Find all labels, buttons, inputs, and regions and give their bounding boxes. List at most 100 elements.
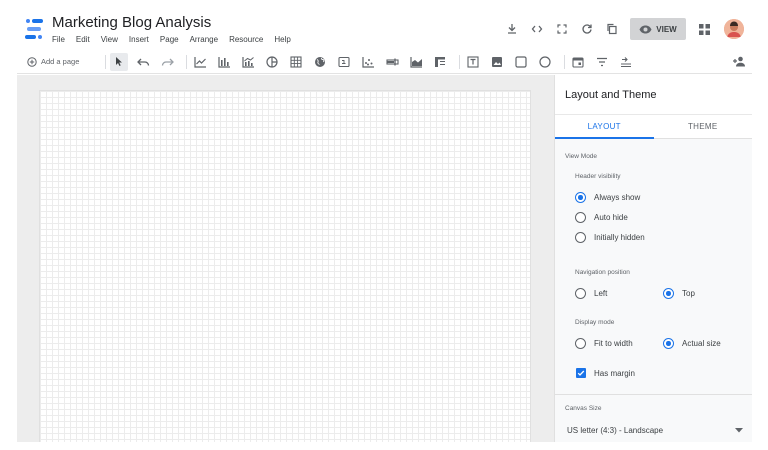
radio-label: Auto hide bbox=[594, 213, 628, 222]
embed-code-icon[interactable] bbox=[529, 21, 545, 37]
download-icon[interactable] bbox=[504, 21, 520, 37]
toolbar-divider bbox=[186, 54, 187, 69]
bullet-chart-button[interactable] bbox=[383, 53, 401, 71]
panel-tabs: LAYOUT THEME bbox=[555, 115, 752, 139]
canvas-size-dropdown[interactable]: US letter (4:3) - Landscape bbox=[567, 421, 743, 439]
radio-button[interactable] bbox=[575, 212, 586, 223]
refresh-icon[interactable] bbox=[579, 21, 595, 37]
view-button[interactable]: VIEW bbox=[630, 18, 686, 40]
user-avatar[interactable] bbox=[724, 19, 744, 39]
radio-button[interactable] bbox=[575, 232, 586, 243]
fullscreen-icon[interactable] bbox=[554, 21, 570, 37]
navigation-position-label: Navigation position bbox=[575, 269, 630, 276]
scorecard-button[interactable] bbox=[335, 53, 353, 71]
menu-view[interactable]: View bbox=[101, 35, 118, 44]
combo-chart-button[interactable] bbox=[239, 53, 257, 71]
radio-initially-hidden[interactable]: Initially hidden bbox=[575, 232, 645, 243]
rectangle-button[interactable] bbox=[512, 53, 530, 71]
bar-chart-button[interactable] bbox=[215, 53, 233, 71]
view-button-label: VIEW bbox=[656, 24, 677, 34]
menu-file[interactable]: File bbox=[52, 35, 65, 44]
dropdown-arrow-icon bbox=[735, 427, 743, 432]
radio-button[interactable] bbox=[575, 288, 586, 299]
toolbar-divider bbox=[105, 54, 106, 69]
radio-label: Actual size bbox=[682, 339, 721, 348]
menu-insert[interactable]: Insert bbox=[129, 35, 149, 44]
menu-arrange[interactable]: Arrange bbox=[190, 35, 218, 44]
undo-button[interactable] bbox=[134, 53, 152, 71]
radio-button-selected[interactable] bbox=[663, 338, 674, 349]
add-page-button[interactable]: Add a page bbox=[27, 56, 101, 67]
table-icon bbox=[290, 55, 302, 68]
radio-button[interactable] bbox=[575, 338, 586, 349]
table-button[interactable] bbox=[287, 53, 305, 71]
scorecard-icon bbox=[338, 56, 350, 67]
scatter-chart-button[interactable] bbox=[359, 53, 377, 71]
radio-nav-top[interactable]: Top bbox=[663, 288, 695, 299]
image-icon bbox=[492, 56, 502, 67]
toolbar-divider bbox=[459, 54, 460, 69]
layout-theme-panel: Layout and Theme LAYOUT THEME View Mode … bbox=[554, 75, 752, 442]
add-circle-icon bbox=[27, 56, 37, 67]
filter-control-button[interactable] bbox=[593, 53, 611, 71]
radio-actual-size[interactable]: Actual size bbox=[663, 338, 721, 349]
undo-icon bbox=[136, 58, 149, 66]
radio-button-selected[interactable] bbox=[575, 192, 586, 203]
data-studio-logo-icon[interactable] bbox=[24, 18, 44, 40]
circle-icon bbox=[539, 55, 551, 68]
check-icon bbox=[577, 370, 585, 376]
menu-page[interactable]: Page bbox=[160, 35, 179, 44]
data-control-icon bbox=[621, 56, 631, 67]
area-chart-icon bbox=[409, 56, 422, 68]
menu-help[interactable]: Help bbox=[274, 35, 290, 44]
radio-label: Top bbox=[682, 289, 695, 298]
redo-button[interactable] bbox=[158, 53, 176, 71]
eye-icon bbox=[639, 25, 652, 33]
section-divider bbox=[555, 394, 752, 395]
combo-chart-icon bbox=[241, 56, 254, 68]
add-person-icon bbox=[733, 56, 745, 67]
report-canvas[interactable] bbox=[39, 90, 531, 442]
geo-map-button[interactable] bbox=[311, 53, 329, 71]
bar-chart-icon bbox=[217, 56, 230, 68]
menu-bar: File Edit View Insert Page Arrange Resou… bbox=[52, 35, 302, 44]
pie-chart-button[interactable] bbox=[263, 53, 281, 71]
rectangle-icon bbox=[515, 55, 527, 68]
report-title[interactable]: Marketing Blog Analysis bbox=[52, 14, 211, 31]
area-chart-button[interactable] bbox=[407, 53, 425, 71]
tab-layout[interactable]: LAYOUT bbox=[555, 115, 654, 139]
time-series-chart-button[interactable] bbox=[191, 53, 209, 71]
pivot-table-icon bbox=[435, 56, 445, 67]
app-window: Marketing Blog Analysis File Edit View I… bbox=[17, 10, 752, 442]
menu-resource[interactable]: Resource bbox=[229, 35, 263, 44]
radio-nav-left[interactable]: Left bbox=[575, 288, 607, 299]
radio-auto-hide[interactable]: Auto hide bbox=[575, 212, 628, 223]
radio-label: Initially hidden bbox=[594, 233, 645, 242]
copy-icon[interactable] bbox=[604, 21, 620, 37]
tab-theme[interactable]: THEME bbox=[654, 115, 753, 138]
share-button[interactable] bbox=[730, 53, 748, 71]
radio-label: Always show bbox=[594, 193, 641, 202]
date-range-button[interactable] bbox=[569, 53, 587, 71]
editor-toolbar: Add a page bbox=[17, 50, 752, 74]
scatter-chart-icon bbox=[361, 56, 374, 68]
redo-icon bbox=[161, 58, 174, 66]
canvas-workspace bbox=[17, 75, 554, 442]
text-box-button[interactable] bbox=[464, 53, 482, 71]
radio-fit-to-width[interactable]: Fit to width bbox=[575, 338, 633, 349]
has-margin-checkbox[interactable] bbox=[576, 368, 586, 378]
image-button[interactable] bbox=[488, 53, 506, 71]
bullet-chart-icon bbox=[385, 58, 399, 65]
select-tool-button[interactable] bbox=[110, 52, 128, 71]
circle-button[interactable] bbox=[536, 53, 554, 71]
data-control-button[interactable] bbox=[617, 53, 635, 71]
radio-always-show[interactable]: Always show bbox=[575, 192, 640, 203]
text-box-icon bbox=[467, 55, 479, 68]
menu-edit[interactable]: Edit bbox=[76, 35, 90, 44]
apps-grid-icon[interactable] bbox=[696, 21, 712, 37]
pie-chart-icon bbox=[266, 55, 278, 68]
radio-button-selected[interactable] bbox=[663, 288, 674, 299]
panel-title: Layout and Theme bbox=[555, 75, 752, 115]
pivot-table-button[interactable] bbox=[431, 53, 449, 71]
has-margin-checkbox-row[interactable]: Has margin bbox=[576, 368, 635, 378]
